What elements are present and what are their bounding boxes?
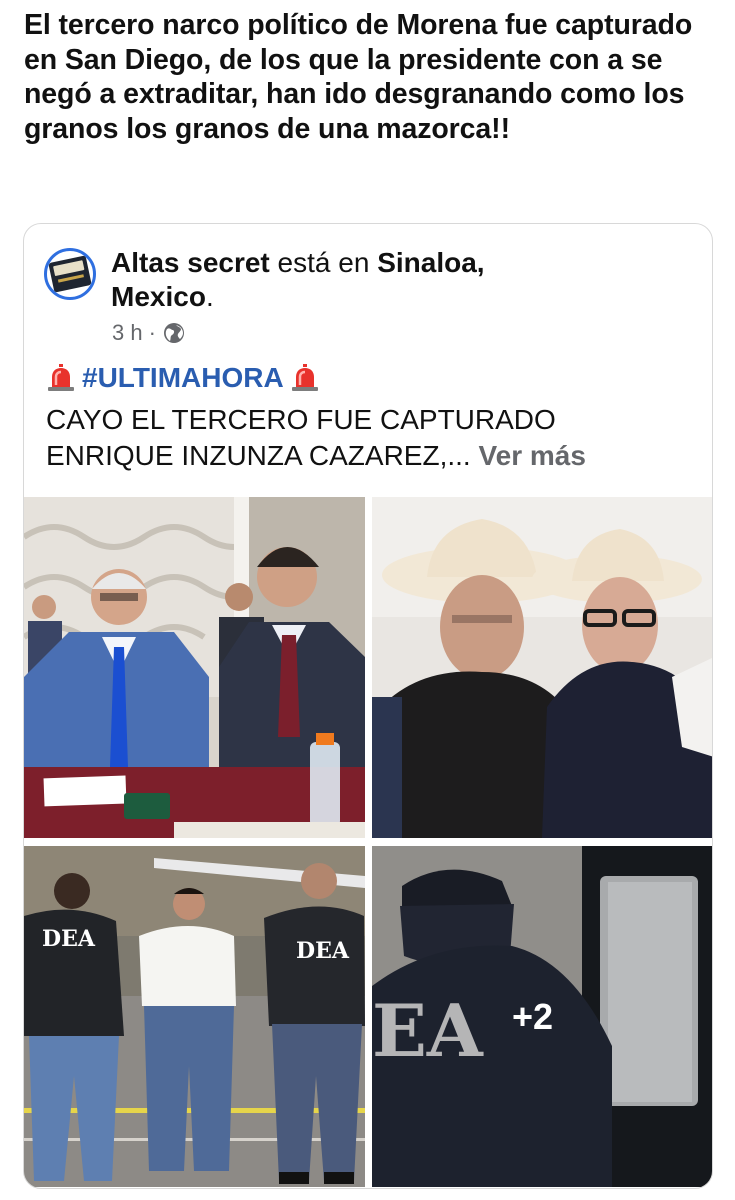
meta-dot: · bbox=[148, 320, 156, 345]
checkin-verb: está en bbox=[277, 247, 370, 278]
siren-icon bbox=[291, 364, 318, 391]
avatar[interactable] bbox=[44, 248, 96, 300]
photo-dea-escort[interactable]: DEA DEA bbox=[24, 846, 365, 1187]
author-name[interactable]: Altas secret bbox=[111, 247, 270, 278]
location-line1[interactable]: Sinaloa, bbox=[377, 247, 484, 278]
see-more-link[interactable]: Ver más bbox=[478, 440, 585, 471]
post-text: El tercero narco político de Morena fue … bbox=[24, 9, 693, 145]
globe-icon bbox=[163, 323, 184, 343]
photo-hats[interactable] bbox=[372, 497, 712, 838]
post-time[interactable]: 3 h bbox=[112, 320, 143, 346]
photo-meeting[interactable] bbox=[24, 497, 365, 838]
body-line2: ENRIQUE INZUNZA CAZAREZ,... bbox=[46, 440, 479, 471]
book-icon bbox=[48, 255, 92, 293]
dea-label-left: DEA bbox=[42, 926, 96, 952]
post-meta: 3 h · bbox=[112, 320, 186, 346]
hashtag-link[interactable]: #ULTIMAHORA bbox=[82, 362, 284, 394]
siren-icon bbox=[48, 364, 74, 391]
post-header: Altas secret está en Sinaloa, Mexico. bbox=[111, 246, 691, 314]
more-photos-count[interactable]: +2 bbox=[512, 996, 553, 1038]
body-line1: CAYO EL TERCERO FUE CAPTURADO bbox=[46, 404, 556, 435]
dea-label-right: DEA bbox=[296, 938, 350, 964]
hashtag-line: #ULTIMAHORA bbox=[46, 362, 320, 394]
photo-dea-agent[interactable]: EA +2 bbox=[372, 846, 712, 1187]
location-line2[interactable]: Mexico bbox=[111, 281, 206, 312]
shared-post-body: CAYO EL TERCERO FUE CAPTURADO ENRIQUE IN… bbox=[46, 402, 696, 474]
shared-post-card[interactable]: Altas secret está en Sinaloa, Mexico. 3 … bbox=[23, 223, 713, 1189]
header-period: . bbox=[205, 281, 214, 312]
